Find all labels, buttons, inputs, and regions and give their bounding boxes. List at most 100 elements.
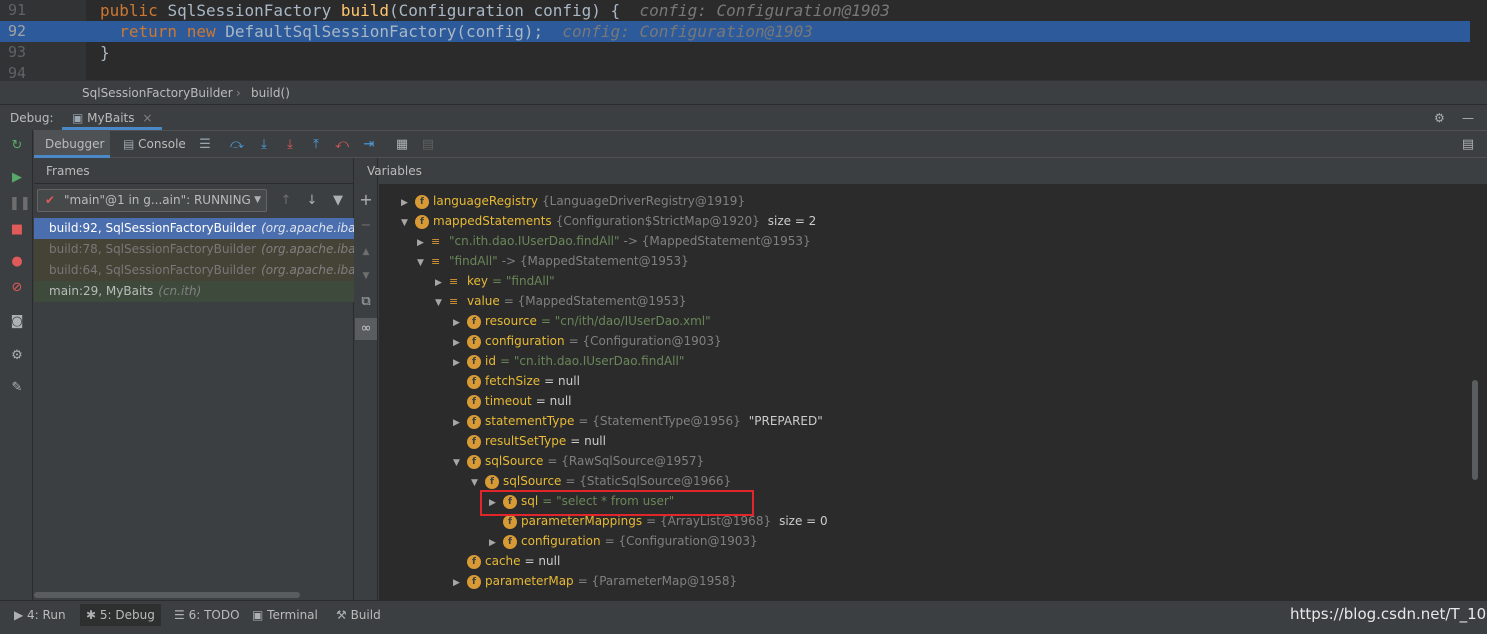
watermark: https://blog.csdn.net/T_10 — [1290, 605, 1487, 623]
variable-value: = "cn.ith.dao.IUserDao.findAll" — [499, 354, 685, 368]
run-to-cursor-icon[interactable]: ⇥ — [361, 137, 377, 153]
variable-row[interactable]: ▶ f configuration = {Configuration@1903} — [453, 331, 722, 351]
stop-icon[interactable]: ■ — [9, 222, 25, 238]
tab-run[interactable]: ▶ 4: Run — [8, 604, 72, 626]
step-out-icon[interactable]: ⤒ — [308, 137, 324, 153]
tab-terminal[interactable]: ▣ Terminal — [246, 604, 324, 626]
variable-row[interactable]: ▼ ≡ value = {MappedStatement@1953} — [435, 291, 687, 311]
expand-right-icon[interactable]: ▶ — [453, 413, 467, 433]
drop-frame-icon[interactable]: ⤺ — [334, 137, 350, 153]
code-line[interactable]: 93} — [0, 42, 1470, 63]
variable-row[interactable]: ▼ f sqlSource = {StaticSqlSource@1966} — [471, 471, 731, 491]
expand-right-icon[interactable]: ▶ — [453, 573, 467, 593]
expand-down-icon[interactable]: ▼ — [417, 253, 431, 273]
minimize-icon[interactable]: — — [1462, 105, 1474, 131]
variable-row[interactable]: ▶ ≡ "cn.ith.dao.IUserDao.findAll" -> {Mappe… — [417, 231, 811, 251]
arrow-up-icon[interactable]: ↑ — [278, 193, 294, 209]
variable-row[interactable]: f fetchSize = null — [453, 371, 580, 391]
variable-row[interactable]: f cache = null — [453, 551, 560, 571]
horizontal-scrollbar[interactable] — [34, 592, 300, 598]
frame-item[interactable]: build:78, SqlSessionFactoryBuilder (org.a… — [34, 239, 354, 260]
variable-row[interactable]: ▼ f sqlSource = {RawSqlSource@1957} — [453, 451, 704, 471]
arrow-down-icon[interactable]: ↓ — [304, 193, 320, 209]
variable-value: = {MappedStatement@1953} — [503, 294, 687, 308]
tab-debugger[interactable]: Debugger — [34, 131, 110, 158]
pause-icon[interactable]: ❚❚ — [9, 196, 31, 212]
pin-icon[interactable]: ✎ — [9, 380, 25, 396]
expand-right-icon[interactable]: ▶ — [453, 333, 467, 353]
variable-row[interactable]: ▶ f languageRegistry {LanguageDriverRegistr… — [401, 191, 745, 211]
tab-build[interactable]: ⚒ Build — [330, 604, 387, 626]
variable-row[interactable]: f timeout = null — [453, 391, 572, 411]
breadcrumb-method[interactable]: build() — [251, 81, 290, 105]
variable-row[interactable]: ▶ f statementType = {StatementType@1956} "PR… — [453, 411, 823, 431]
layout-icon[interactable]: ▤ — [1460, 137, 1476, 153]
variable-name: configuration — [521, 534, 601, 548]
expand-right-icon[interactable]: ▶ — [401, 193, 415, 213]
field-icon: f — [503, 514, 517, 529]
mute-breakpoints-icon[interactable]: ⊘ — [9, 280, 25, 296]
highlight-box — [480, 490, 754, 516]
expand-right-icon[interactable]: ▶ — [453, 313, 467, 333]
variable-value: = null — [544, 374, 580, 388]
menu-icon[interactable]: ☰ — [197, 137, 213, 153]
expand-down-icon[interactable]: ▼ — [435, 293, 449, 313]
code-line[interactable]: 92 return new DefaultSqlSessionFactory(c… — [0, 21, 1470, 42]
frame-item[interactable]: build:64, SqlSessionFactoryBuilder (org.a… — [34, 260, 354, 281]
step-into-icon[interactable]: ⤓ — [256, 137, 272, 153]
tab-todo[interactable]: ☰ 6: TODO — [168, 604, 246, 626]
expand-right-icon[interactable]: ▶ — [489, 533, 503, 553]
expand-right-icon[interactable]: ▶ — [417, 233, 431, 253]
plus-icon[interactable]: + — [358, 192, 374, 208]
hammer-icon: ⚒ — [336, 608, 351, 622]
copy-icon[interactable]: ⧉ — [358, 294, 374, 310]
vertical-scrollbar[interactable] — [1472, 380, 1478, 480]
expand-right-icon[interactable]: ▶ — [435, 273, 449, 293]
tab-console[interactable]: ▤ Console — [123, 131, 186, 158]
variables-panel: Variables ▶ f languageRegistry {LanguageDri… — [367, 158, 1487, 600]
frame-method: build:92, SqlSessionFactoryBuilder — [49, 221, 257, 235]
force-step-into-icon[interactable]: ⤓ — [282, 137, 298, 153]
console-icon: ▤ — [123, 137, 139, 151]
variable-value: -> {MappedStatement@1953} — [501, 254, 689, 268]
view-breakpoints-icon[interactable]: ● — [9, 254, 25, 270]
expand-right-icon[interactable]: ▶ — [453, 353, 467, 373]
minus-icon[interactable]: − — [358, 218, 374, 234]
expand-down-icon[interactable]: ▼ — [401, 213, 415, 233]
move-down-icon[interactable]: ▼ — [358, 268, 374, 284]
breadcrumb-class[interactable]: SqlSessionFactoryBuilder — [82, 81, 233, 105]
variable-name: fetchSize — [485, 374, 541, 388]
tab-debug[interactable]: ✱ 5: Debug — [80, 604, 161, 626]
resume-icon[interactable]: ▶ — [9, 170, 25, 186]
thread-selector[interactable]: ✔ "main"@1 in g...ain": RUNNING ▼ — [37, 189, 267, 212]
frame-item[interactable]: main:29, MyBaits (cn.ith) — [34, 281, 354, 302]
code-editor[interactable]: 91 public SqlSessionFactory build(Configu… — [0, 0, 1487, 82]
settings-icon[interactable]: ⚙ — [9, 348, 25, 364]
variable-row[interactable]: ▼ f mappedStatements {Configuration$StrictM… — [401, 211, 816, 231]
camera-icon[interactable]: ◙ — [9, 314, 25, 330]
variable-value: = "findAll" — [492, 274, 555, 288]
variable-row[interactable]: ▶ f id = "cn.ith.dao.IUserDao.findAll" — [453, 351, 684, 371]
variable-row[interactable]: f resultSetType = null — [453, 431, 606, 451]
variable-name: languageRegistry — [433, 194, 538, 208]
gear-icon[interactable]: ⚙ — [1434, 105, 1445, 131]
trace-icon[interactable]: ▤ — [420, 137, 436, 153]
step-over-icon[interactable]: ⤼ — [229, 137, 245, 153]
variable-row[interactable]: ▶ ≡ key = "findAll" — [435, 271, 555, 291]
rerun-icon[interactable]: ↻ — [9, 138, 25, 154]
variable-row[interactable]: ▶ f parameterMap = {ParameterMap@1958} — [453, 571, 737, 591]
debug-toolwindow-header: Debug: ▣ MyBaits × ⚙ — — [0, 104, 1487, 130]
code-line[interactable]: 91 public SqlSessionFactory build(Configu… — [0, 0, 1470, 21]
move-up-icon[interactable]: ▲ — [358, 244, 374, 260]
variable-row[interactable]: ▶ f configuration = {Configuration@1903} — [489, 531, 758, 551]
variable-row[interactable]: ▼ ≡ "findAll" -> {MappedStatement@1953} — [417, 251, 689, 271]
evaluate-icon[interactable]: ▦ — [394, 137, 410, 153]
close-icon[interactable]: × — [142, 111, 152, 125]
filter-icon[interactable]: ▼ — [330, 193, 346, 209]
run-config-tab[interactable]: ▣ MyBaits × — [62, 105, 162, 130]
glasses-icon[interactable]: ∞ — [355, 318, 377, 340]
variable-name: sqlSource — [485, 454, 544, 468]
variable-row[interactable]: ▶ f resource = "cn/ith/dao/IUserDao.xml" — [453, 311, 711, 331]
frame-item[interactable]: build:92, SqlSessionFactoryBuilder (org.a… — [34, 218, 354, 239]
expand-down-icon[interactable]: ▼ — [453, 453, 467, 473]
